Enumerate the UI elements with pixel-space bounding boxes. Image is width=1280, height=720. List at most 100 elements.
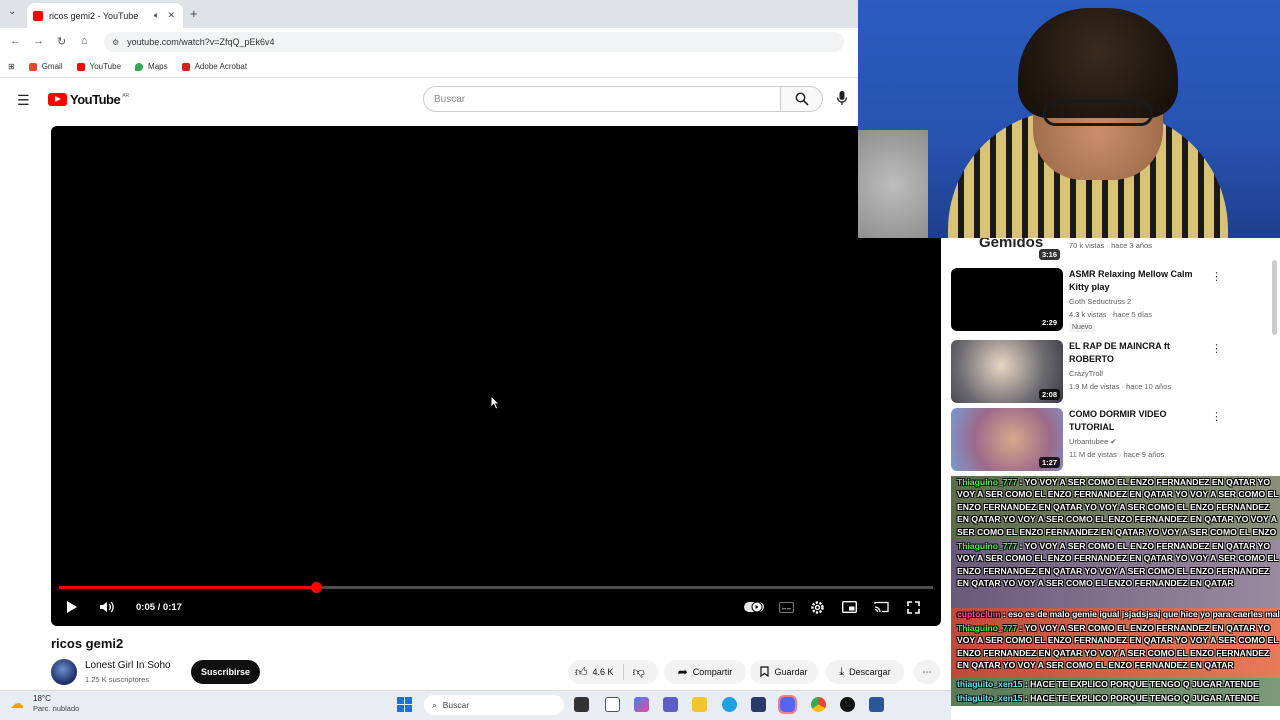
site-info-icon[interactable]: ⚙: [112, 38, 119, 47]
bookmark-icon: [760, 665, 770, 679]
more-vertical-icon[interactable]: ⋮: [1211, 342, 1222, 355]
edge-icon[interactable]: [722, 697, 737, 712]
more-vertical-icon[interactable]: ⋮: [1211, 410, 1222, 423]
browser-tab[interactable]: ricos gemi2 - YouTube 🔈︎ ✕: [27, 3, 183, 28]
store-icon[interactable]: [751, 697, 766, 712]
bookmark-label: Adobe Acrobat: [194, 62, 248, 71]
channel-name-text: Urbantubee: [1069, 437, 1109, 446]
video-duration: 2:29: [1038, 317, 1060, 328]
bookmarks-bar: ⊞ Gmail YouTube Maps Adobe Acrobat: [0, 56, 858, 78]
webcam-overlay: [858, 0, 1280, 238]
dislike-button[interactable]: 👎︎: [633, 665, 645, 680]
recommendation-item[interactable]: 1:27 COMO DORMIR VIDEO TUTORIAL Urbantub…: [951, 408, 1271, 472]
bookmark-maps[interactable]: Maps: [135, 62, 168, 71]
more-horizontal-icon: ⋯: [922, 666, 932, 677]
bookmark-gmail[interactable]: Gmail: [28, 62, 63, 71]
country-code: AR: [122, 92, 130, 99]
save-label: Guardar: [774, 667, 808, 677]
snipping-tool-icon[interactable]: [605, 697, 620, 712]
search-input[interactable]: Buscar: [423, 86, 781, 112]
speaker-icon[interactable]: 🔈︎: [154, 10, 159, 21]
channel-name[interactable]: Goth Seductruss 2: [1069, 297, 1131, 306]
windows-start-icon[interactable]: [397, 697, 412, 712]
video-meta: 70 k vistas · hace 3 años: [1069, 241, 1152, 250]
share-button[interactable]: ➦ Compartir: [664, 660, 746, 684]
save-button[interactable]: Guardar: [750, 660, 818, 684]
video-player[interactable]: [51, 126, 941, 626]
more-actions-button[interactable]: ⋯: [914, 660, 940, 684]
download-button[interactable]: ⤓ Descargar: [826, 660, 904, 684]
recommendation-item[interactable]: 2:08 EL RAP DE MAINCRA ft ROBERTO CrazyT…: [951, 340, 1271, 404]
bookmark-adobe-acrobat[interactable]: Adobe Acrobat: [181, 62, 248, 71]
teams-icon[interactable]: [663, 697, 678, 712]
video-duration: 2:08: [1038, 389, 1060, 400]
search-button[interactable]: [781, 86, 823, 112]
share-icon: ➦: [677, 665, 688, 679]
search-icon: [795, 92, 809, 106]
autoplay-toggle[interactable]: [744, 601, 764, 616]
taskbar-search[interactable]: ⌕ Buscar: [424, 695, 564, 715]
progress-bar-fill: [59, 586, 316, 589]
video-title[interactable]: COMO DORMIR VIDEO TUTORIAL: [1069, 408, 1209, 434]
recommendation-item[interactable]: Gemidos 3:16 70 k vistas · hace 3 años: [951, 238, 1271, 262]
volume-icon[interactable]: [99, 600, 115, 617]
scrubber-handle[interactable]: [310, 582, 322, 593]
bookmark-youtube[interactable]: YouTube: [76, 62, 122, 71]
bookmark-label: YouTube: [89, 62, 122, 71]
subscribe-button[interactable]: Suscribirse: [191, 660, 260, 684]
video-title[interactable]: ASMR Relaxing Mellow Calm Kitty play: [1069, 268, 1209, 294]
menu-icon[interactable]: ☰: [17, 92, 30, 109]
video-thumbnail[interactable]: 1:27: [951, 408, 1063, 471]
task-view-icon[interactable]: [574, 697, 589, 712]
miniplayer-icon[interactable]: [841, 600, 858, 616]
apps-icon[interactable]: ⊞: [8, 62, 15, 71]
like-button[interactable]: 👍︎ 4.6 K: [575, 665, 614, 680]
weather-icon[interactable]: ☁︎: [10, 695, 24, 712]
word-icon[interactable]: [869, 697, 884, 712]
close-tab-icon[interactable]: ✕: [167, 10, 175, 21]
obs-icon[interactable]: [840, 697, 855, 712]
video-thumbnail[interactable]: Gemidos 3:16: [951, 238, 1063, 262]
video-duration: 3:16: [1038, 249, 1060, 260]
chrome-icon[interactable]: [811, 697, 826, 712]
weather-temperature[interactable]: 18°C: [33, 694, 51, 703]
channel-name[interactable]: Urbantubee ✔: [1069, 437, 1117, 446]
more-vertical-icon[interactable]: ⋮: [1211, 270, 1222, 283]
url-field[interactable]: ⚙ youtube.com/watch?v=ZfqQ_pEk6v4: [104, 32, 844, 52]
weather-description: Parc. nublado: [33, 704, 80, 713]
video-thumbnail[interactable]: 2:29: [951, 268, 1063, 331]
tab-search-icon[interactable]: ⌄: [8, 6, 16, 17]
video-thumbnail[interactable]: 2:08: [951, 340, 1063, 403]
new-tab-button[interactable]: +: [190, 6, 198, 21]
discord-icon[interactable]: [778, 695, 797, 714]
recommendation-item[interactable]: 2:29 ASMR Relaxing Mellow Calm Kitty pla…: [951, 268, 1271, 332]
chat-text: : HACE TE EXPLICO PORQUE TENGO Q JUGAR A…: [1022, 693, 1259, 703]
chat-username: Thiaguino_777: [957, 477, 1018, 487]
home-icon[interactable]: ⌂: [81, 35, 88, 47]
reload-icon[interactable]: ↻: [57, 35, 66, 48]
channel-name[interactable]: CrazyTroll: [1069, 369, 1103, 378]
play-icon[interactable]: [66, 600, 78, 617]
youtube-logo[interactable]: YouTube AR: [48, 92, 129, 107]
acrobat-icon: [181, 62, 190, 71]
fullscreen-icon[interactable]: [907, 601, 920, 617]
chat-username: thiaguito_xen15: [957, 693, 1023, 703]
subtitles-icon[interactable]: [779, 602, 794, 616]
video-title[interactable]: EL RAP DE MAINCRA ft ROBERTO: [1069, 340, 1209, 366]
video-meta: 11 M de vistas · hace 9 años: [1069, 450, 1165, 459]
settings-gear-icon[interactable]: [810, 600, 825, 618]
chat-username: Thiaguino_777: [957, 541, 1018, 551]
channel-avatar[interactable]: [51, 659, 77, 685]
verified-icon: ✔: [1110, 437, 1117, 446]
new-badge: Nuevo: [1069, 323, 1096, 332]
microphone-icon[interactable]: [836, 90, 856, 110]
forward-icon[interactable]: →: [33, 35, 44, 47]
youtube-icon: [76, 62, 85, 71]
back-icon[interactable]: ←: [10, 35, 21, 47]
channel-name[interactable]: Lonest Girl In Soho: [85, 660, 171, 671]
chat-message: thiaguito_xen15 : HACE TE EXPLICO PORQUE…: [951, 692, 1280, 706]
copilot-icon[interactable]: [634, 697, 649, 712]
sidebar-scrollbar[interactable]: [1272, 260, 1277, 335]
file-explorer-icon[interactable]: [692, 697, 707, 712]
cast-icon[interactable]: [874, 601, 889, 616]
